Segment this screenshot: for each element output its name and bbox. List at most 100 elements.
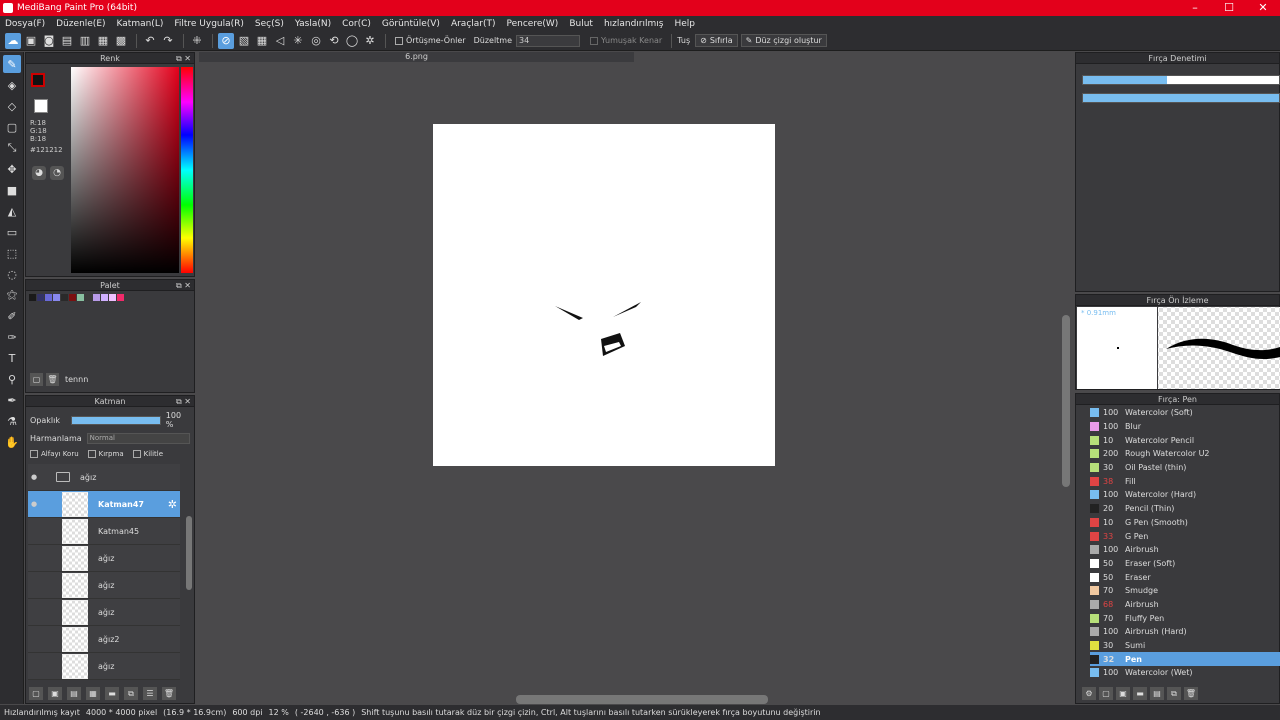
layer-item[interactable]: ağız — [28, 653, 180, 680]
delete-palette-icon[interactable]: 🗑 — [46, 373, 59, 386]
palette-swatch[interactable] — [69, 294, 76, 301]
redo-icon[interactable]: ↷ — [160, 33, 176, 49]
vertical-scrollbar[interactable] — [1062, 315, 1070, 487]
menu-cloud[interactable]: Bulut — [569, 19, 593, 29]
select-eraser-icon[interactable]: ✑ — [3, 328, 21, 346]
layer-list-scrollbar[interactable] — [186, 516, 192, 590]
brush-item[interactable]: 50 Eraser — [1090, 570, 1280, 584]
menu-tools[interactable]: Araçlar(T) — [451, 19, 496, 29]
page-icon[interactable]: ▥ — [77, 33, 93, 49]
color-wheel-icon[interactable]: ◕ — [32, 166, 46, 180]
text-tool-icon[interactable]: T — [3, 349, 21, 367]
correction-input[interactable]: 34 — [516, 34, 581, 47]
palette-swatch[interactable] — [85, 294, 92, 301]
brush-item[interactable]: 30 Oil Pastel (thin) — [1090, 461, 1280, 475]
brush-item[interactable]: 30 Sumi — [1090, 639, 1280, 653]
brush-item[interactable]: 70 Fluffy Pen — [1090, 611, 1280, 625]
new-layer-8bit-icon[interactable]: ▣ — [48, 687, 62, 700]
layer-folder[interactable]: ● ağız — [28, 464, 180, 491]
eyedropper-icon[interactable]: ⚗ — [3, 412, 21, 430]
add-brush-icon[interactable]: ▢ — [1099, 687, 1113, 700]
brush-delete-icon[interactable]: 🗑 — [1184, 687, 1198, 700]
layer-settings-gear-icon[interactable]: ✲ — [168, 498, 177, 511]
layer-item[interactable]: ağız — [28, 599, 180, 626]
alpha-lock-checkbox[interactable]: Alfayı Koru — [30, 450, 79, 458]
palette-swatch[interactable] — [109, 294, 116, 301]
new-layer-1bit-icon[interactable]: ▤ — [67, 687, 81, 700]
menu-accelerated[interactable]: hızlandırılmış — [604, 19, 664, 29]
maximize-icon[interactable]: ☐ — [1212, 0, 1246, 16]
shape-tool-icon[interactable]: ▢ — [3, 118, 21, 136]
brush-item[interactable]: 100 Watercolor (Soft) — [1090, 406, 1280, 420]
palette-swatch[interactable] — [77, 294, 84, 301]
reset-button[interactable]: ⊘ Sıfırla — [695, 34, 738, 47]
display-icon[interactable]: ▤ — [59, 33, 75, 49]
brush-item[interactable]: 100 Airbrush (Hard) — [1090, 625, 1280, 639]
add-halftone-icon[interactable]: ▦ — [86, 687, 100, 700]
bucket-tool-icon[interactable]: ◭ — [3, 202, 21, 220]
brush-item[interactable]: 68 Airbrush — [1090, 598, 1280, 612]
comment-icon[interactable]: ◙ — [41, 33, 57, 49]
visibility-eye-icon[interactable]: ● — [28, 473, 40, 481]
palette-swatch[interactable] — [61, 294, 68, 301]
brush-item[interactable]: 70 Smudge — [1090, 584, 1280, 598]
brush-item[interactable]: 50 Eraser (Soft) — [1090, 557, 1280, 571]
straight-line-button[interactable]: ✎ Düz çizgi oluştur — [740, 34, 827, 47]
eraser-tool-icon[interactable]: ◈ — [3, 76, 21, 94]
soft-edge-checkbox[interactable]: Yumuşak Kenar — [590, 36, 662, 45]
brush-item[interactable]: 38 Fill — [1090, 474, 1280, 488]
select-pen-icon[interactable]: ✐ — [3, 307, 21, 325]
layer-item[interactable]: ağız — [28, 545, 180, 572]
save-icon[interactable]: ▣ — [23, 33, 39, 49]
panel-close-icon[interactable]: ⧉ ✕ — [176, 396, 191, 407]
fill-rect-icon[interactable]: ■ — [3, 181, 21, 199]
layer-item[interactable]: Katman45 — [28, 518, 180, 545]
menu-help[interactable]: Help — [674, 19, 695, 29]
brush-item[interactable]: 10 Watercolor Pencil — [1090, 433, 1280, 447]
grid-icon[interactable]: ▩ — [113, 33, 129, 49]
menu-view[interactable]: Görüntüle(V) — [382, 19, 440, 29]
magic-wand-icon[interactable]: ⚝ — [3, 286, 21, 304]
brush-item[interactable]: 10 G Pen (Smooth) — [1090, 516, 1280, 530]
palette-swatch[interactable] — [117, 294, 124, 301]
divide-tool-icon[interactable]: ✒ — [3, 391, 21, 409]
snap-radial-icon[interactable]: ✳ — [290, 33, 306, 49]
brush-settings-icon[interactable]: ⚙ — [1082, 687, 1096, 700]
saturation-value-picker[interactable] — [71, 67, 179, 273]
brush-folder-icon[interactable]: ▬ — [1133, 687, 1147, 700]
background-color[interactable] — [34, 99, 48, 113]
select-icon[interactable]: ⁜ — [189, 33, 205, 49]
lock-checkbox[interactable]: Kilitle — [132, 450, 163, 458]
brush-tool-icon[interactable]: ✎ — [3, 55, 21, 73]
undo-icon[interactable]: ↶ — [142, 33, 158, 49]
menu-window[interactable]: Pencere(W) — [507, 19, 559, 29]
layer-item[interactable]: ● Katman47 ✲ — [28, 491, 180, 518]
brush-item[interactable]: 33 G Pen — [1090, 529, 1280, 543]
menu-edit[interactable]: Düzenle(E) — [56, 19, 105, 29]
snap-parallel-icon[interactable]: ▧ — [236, 33, 252, 49]
overlap-checkbox[interactable]: Örtüşme-Önler — [395, 36, 466, 45]
minimize-icon[interactable]: – — [1178, 0, 1212, 16]
document-tab[interactable]: 6.png — [199, 52, 634, 62]
pages-icon[interactable]: ▦ — [95, 33, 111, 49]
brush-item[interactable]: 100 Airbrush — [1090, 543, 1280, 557]
snap-curve-icon[interactable]: ⟲ — [326, 33, 342, 49]
brush-item[interactable]: 20 Pencil (Thin) — [1090, 502, 1280, 516]
snap-ring-icon[interactable]: ◯ — [344, 33, 360, 49]
foreground-color[interactable] — [31, 73, 45, 87]
menu-snap[interactable]: Yasla(N) — [295, 19, 331, 29]
snap-vanish-icon[interactable]: ◁ — [272, 33, 288, 49]
duplicate-layer-icon[interactable]: ⧉ — [124, 687, 138, 700]
color-picker-icon[interactable]: ◔ — [50, 166, 64, 180]
menu-layer[interactable]: Katman(L) — [117, 19, 164, 29]
blend-select[interactable]: Normal — [86, 433, 190, 444]
snap-circle-icon[interactable]: ◎ — [308, 33, 324, 49]
panel-close-icon[interactable]: ⧉ ✕ — [176, 53, 191, 64]
palette-swatch[interactable] — [53, 294, 60, 301]
brush-copy-icon[interactable]: ⧉ — [1167, 687, 1181, 700]
select-tool-icon[interactable]: ⬚ — [3, 244, 21, 262]
layer-item[interactable]: ağız — [28, 572, 180, 599]
brush-page-icon[interactable]: ▤ — [1150, 687, 1164, 700]
brush-item[interactable]: 200 Rough Watercolor U2 — [1090, 447, 1280, 461]
horizontal-scrollbar[interactable] — [516, 695, 768, 704]
